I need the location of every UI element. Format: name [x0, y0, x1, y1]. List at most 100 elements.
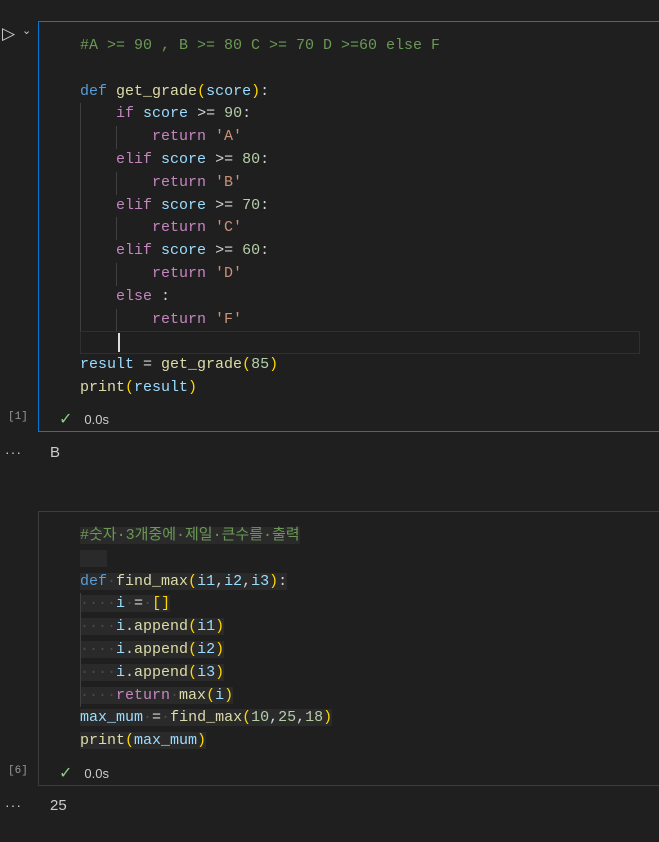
code-token: . — [125, 640, 135, 658]
code-token: i3 — [197, 663, 216, 681]
code-token: i2 — [224, 572, 243, 590]
code-token: · — [161, 709, 171, 727]
code-token: , — [296, 709, 306, 727]
code-token: >= — [206, 150, 243, 168]
code-token: i — [116, 618, 126, 636]
code-token: ···· — [80, 618, 117, 636]
code-cell-1[interactable]: #A >= 90 , B >= 80 C >= 70 D >=60 else F… — [38, 21, 659, 432]
code-token: 60 — [242, 242, 261, 260]
code-token: #숫자·3개중에·제일·큰수를·출력 — [80, 527, 300, 544]
code-line: ····i.append(i3) — [80, 661, 332, 685]
code-line: return 'B' — [80, 171, 440, 195]
code-token: ( — [242, 356, 252, 374]
code-token: ···· — [80, 663, 117, 681]
code-token: ···· — [80, 686, 117, 704]
code-token: ( — [206, 686, 216, 704]
code-editor[interactable]: #숫자·3개중에·제일·큰수를·출력 def·find_max(i1,i2,i3… — [80, 525, 333, 753]
code-token: ) — [251, 82, 261, 100]
code-token: >= — [206, 242, 243, 260]
code-token: else — [116, 287, 153, 305]
code-token: 'D' — [215, 264, 243, 282]
code-token: ) — [215, 640, 225, 658]
code-line: elif score >= 80: — [80, 148, 440, 172]
code-line: #숫자·3개중에·제일·큰수를·출력 — [80, 525, 332, 548]
code-token: 'A' — [215, 128, 243, 146]
code-token: i3 — [251, 572, 270, 590]
code-token: return — [116, 686, 171, 704]
code-token: [] — [152, 595, 171, 613]
code-token: print — [80, 732, 126, 750]
code-token: elif — [116, 242, 153, 260]
code-token: #A >= 90 , B >= 80 C >= 70 D >=60 else F — [80, 37, 441, 54]
code-token: find_max — [170, 709, 243, 727]
code-token: if — [116, 105, 135, 123]
code-token: ) — [197, 732, 207, 750]
code-token: · — [143, 709, 153, 727]
code-token: ) — [224, 686, 234, 704]
execution-count: [1] — [8, 411, 28, 423]
code-line: #A >= 90 , B >= 80 C >= 70 D >=60 else F — [80, 35, 440, 58]
code-editor[interactable]: #A >= 90 , B >= 80 C >= 70 D >=60 else F… — [80, 35, 641, 400]
code-token: max_mum — [134, 732, 198, 750]
code-line: print(result) — [80, 377, 440, 400]
code-line: def get_grade(score): — [80, 81, 440, 104]
code-token: return — [152, 173, 207, 191]
exec-time: 0.0s — [84, 411, 109, 427]
code-token: i1 — [197, 618, 216, 636]
code-token: 'F' — [215, 310, 243, 328]
code-token: score — [161, 242, 207, 260]
code-line: return 'C' — [80, 217, 440, 241]
cell-status: ✓ 0.0s — [39, 760, 659, 786]
code-line: return 'F' — [80, 308, 440, 332]
code-token: 90 — [224, 105, 243, 123]
code-token: , — [242, 572, 252, 590]
code-token: · — [143, 595, 153, 613]
code-token: >= — [188, 105, 225, 123]
code-token: 'C' — [215, 219, 243, 237]
code-token: ( — [125, 732, 135, 750]
code-token: elif — [116, 150, 153, 168]
code-token: : — [278, 572, 288, 590]
code-line: print(max_mum) — [80, 730, 332, 753]
code-token: ) — [215, 663, 225, 681]
code-token: i — [215, 686, 225, 704]
output-menu-button[interactable]: ··· — [5, 797, 22, 813]
code-token: get_grade — [116, 82, 198, 100]
code-token: return — [152, 264, 207, 282]
check-icon: ✓ — [59, 765, 73, 782]
cell-status: ✓ 0.0s — [39, 406, 659, 432]
code-cell-2[interactable]: #숫자·3개중에·제일·큰수를·출력 def·find_max(i1,i2,i3… — [38, 511, 659, 786]
check-icon: ✓ — [59, 411, 73, 428]
code-token: ) — [188, 378, 198, 396]
code-token: 70 — [242, 196, 261, 214]
cell-output: 25 — [50, 797, 67, 814]
exec-time: 0.0s — [84, 765, 109, 781]
code-line — [80, 548, 332, 571]
code-token: i — [116, 663, 126, 681]
code-token: = — [134, 595, 144, 613]
code-line: ····i·=·[] — [80, 593, 332, 617]
code-token: get_grade — [161, 356, 243, 374]
code-token: i — [116, 595, 126, 613]
chevron-down-icon[interactable]: ⌄ — [22, 24, 31, 37]
run-cell-button[interactable]: ▷ — [2, 24, 15, 44]
code-token: score — [206, 82, 252, 100]
code-line: result = get_grade(85) — [80, 354, 440, 377]
code-line — [80, 331, 641, 355]
code-token: : — [260, 150, 270, 168]
code-token: ) — [323, 709, 333, 727]
code-line: ····i.append(i1) — [80, 616, 332, 639]
code-token: . — [125, 618, 135, 636]
text-cursor — [118, 333, 120, 353]
code-token: ( — [188, 640, 198, 658]
output-menu-button[interactable]: ··· — [5, 444, 22, 460]
